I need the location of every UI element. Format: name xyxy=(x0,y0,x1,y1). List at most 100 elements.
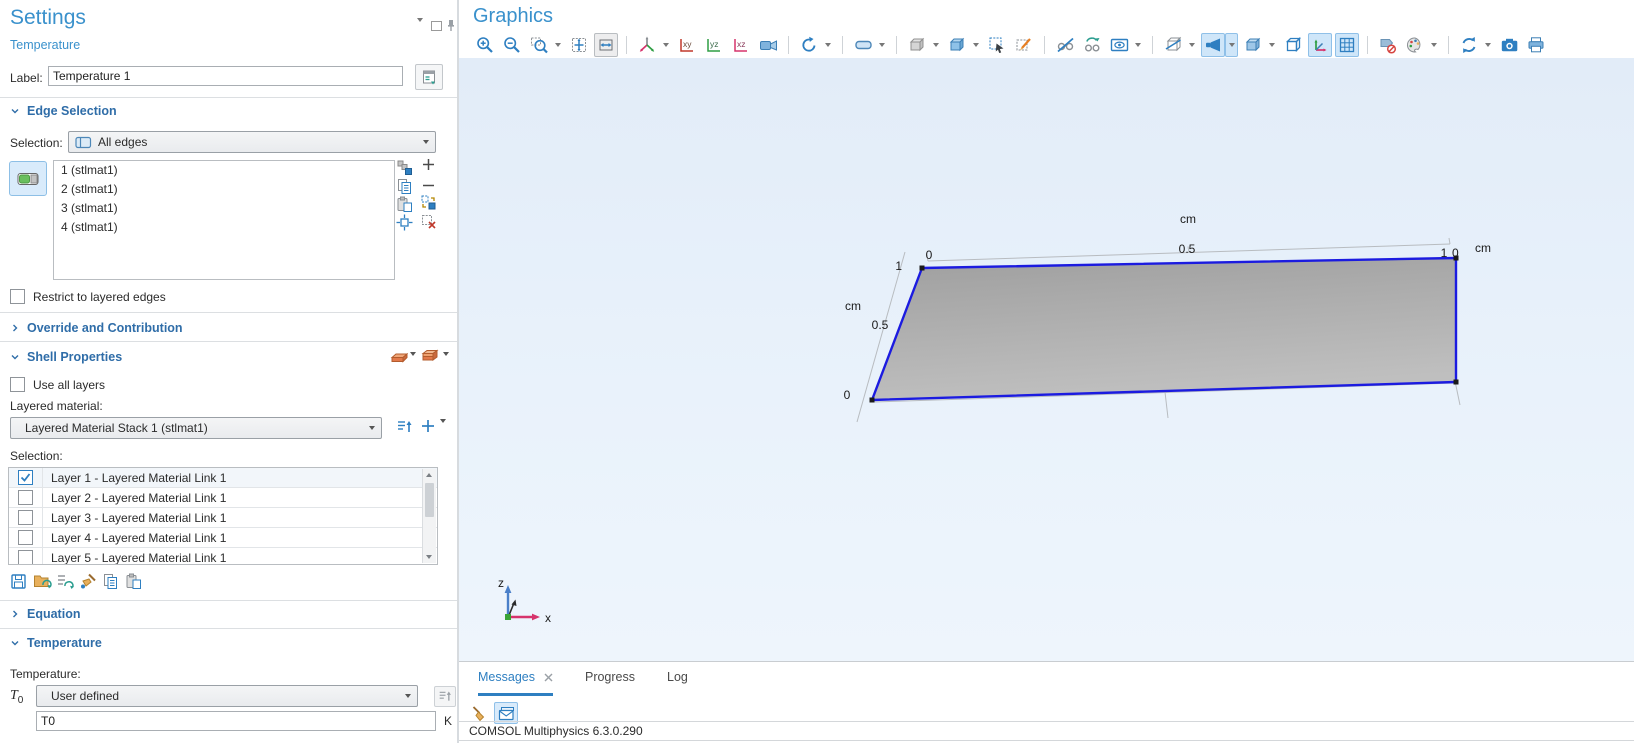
edge-list-item[interactable]: 1 (stlmat1) xyxy=(54,161,394,180)
tab-log[interactable]: Log xyxy=(667,670,688,693)
environment-caret-icon[interactable] xyxy=(1265,33,1278,57)
vertex-marker[interactable] xyxy=(1454,380,1459,385)
zoom-out-button[interactable] xyxy=(500,33,524,57)
graphics-canvas[interactable]: cm 0 0.5 1 0 cm 1 cm 0.5 0 xyxy=(459,58,1634,661)
activate-selection-button[interactable] xyxy=(396,159,413,176)
paste-selection-button[interactable] xyxy=(396,196,413,213)
load-layer-selection-button[interactable] xyxy=(33,573,52,590)
select-block-gray-caret-icon[interactable] xyxy=(929,33,942,57)
layer-row[interactable]: Layer 3 - Layered Material Link 1 xyxy=(9,508,437,528)
section-edge-selection[interactable]: Edge Selection xyxy=(10,104,117,118)
snapshot-button[interactable] xyxy=(1497,33,1521,57)
temperature-expression-input[interactable] xyxy=(36,711,436,731)
color-palette-caret-icon[interactable] xyxy=(1427,33,1440,57)
restrict-layered-edges-row[interactable]: Restrict to layered edges xyxy=(10,289,166,304)
layer-checkbox[interactable] xyxy=(18,490,33,505)
rotate-caret-icon[interactable] xyxy=(821,33,834,57)
paste-layer-selection-button[interactable] xyxy=(125,573,142,590)
layer-row[interactable]: Layer 4 - Layered Material Link 1 xyxy=(9,528,437,548)
edge-selection-active-toggle[interactable] xyxy=(9,161,47,196)
layer-checkbox-checked[interactable] xyxy=(18,470,33,485)
environment-button[interactable] xyxy=(1241,33,1265,57)
scroll-up-icon[interactable] xyxy=(426,473,432,477)
panel-pin-icon[interactable] xyxy=(446,19,456,35)
panel-menu-caret-icon[interactable] xyxy=(417,22,423,36)
zoom-box-caret-icon[interactable] xyxy=(551,33,564,57)
message-row[interactable]: COMSOL Multiphysics 6.3.0.290 xyxy=(459,721,1634,741)
panel-float-icon[interactable] xyxy=(431,21,442,31)
show-axis-toggle[interactable] xyxy=(1308,33,1332,57)
layer-checkbox[interactable] xyxy=(18,530,33,545)
vertex-marker[interactable] xyxy=(920,266,925,271)
section-shell-properties[interactable]: Shell Properties xyxy=(10,350,122,364)
reset-hiding-button[interactable] xyxy=(1080,33,1104,57)
select-block-blue-button[interactable] xyxy=(945,33,969,57)
temperature-go-to-source-button[interactable] xyxy=(434,686,456,707)
view-unhide-button[interactable] xyxy=(1107,33,1131,57)
appearance-button[interactable] xyxy=(851,33,875,57)
layer-row[interactable]: Layer 5 - Layered Material Link 1 xyxy=(9,548,437,565)
refresh-layer-list-button[interactable] xyxy=(56,573,74,590)
add-layered-material-button[interactable] xyxy=(420,418,436,434)
restrict-layered-edges-checkbox[interactable] xyxy=(10,289,25,304)
update-plot-caret-icon[interactable] xyxy=(1481,33,1494,57)
print-button[interactable] xyxy=(1524,33,1548,57)
save-layer-selection-button[interactable] xyxy=(10,573,27,590)
scene-light-button[interactable] xyxy=(1201,33,1225,57)
zoom-extents-button[interactable] xyxy=(567,33,591,57)
add-to-selection-button[interactable] xyxy=(421,157,436,172)
edge-list-item[interactable]: 4 (stlmat1) xyxy=(54,218,394,237)
tab-progress[interactable]: Progress xyxy=(585,670,635,693)
go-to-source-button[interactable] xyxy=(396,418,414,436)
edge-list-item[interactable]: 2 (stlmat1) xyxy=(54,180,394,199)
scroll-down-icon[interactable] xyxy=(426,555,432,559)
section-temperature[interactable]: Temperature xyxy=(10,636,102,650)
use-all-layers-row[interactable]: Use all layers xyxy=(10,377,105,392)
select-block-gray-button[interactable] xyxy=(905,33,929,57)
copy-layer-selection-button[interactable] xyxy=(102,573,119,590)
layer-list-scrollbar[interactable] xyxy=(422,469,436,563)
deselect-entities-button[interactable] xyxy=(1012,33,1036,57)
section-equation[interactable]: Equation xyxy=(10,607,80,621)
zoom-to-selection-view-button[interactable] xyxy=(594,33,618,57)
transparency-button[interactable] xyxy=(1281,33,1305,57)
layer-row[interactable]: Layer 1 - Layered Material Link 1 xyxy=(9,468,437,488)
edge-list[interactable]: 1 (stlmat1) 2 (stlmat1) 3 (stlmat1) 4 (s… xyxy=(53,160,395,280)
vertex-marker[interactable] xyxy=(870,398,875,403)
view-unhide-caret-icon[interactable] xyxy=(1131,33,1144,57)
label-input[interactable] xyxy=(48,66,403,86)
clear-messages-button[interactable] xyxy=(471,705,488,722)
update-plot-button[interactable] xyxy=(1457,33,1481,57)
view-xy-button[interactable]: xy xyxy=(675,33,699,57)
layer-row[interactable]: Layer 2 - Layered Material Link 1 xyxy=(9,488,437,508)
invert-selection-button[interactable] xyxy=(420,194,437,211)
zoom-in-button[interactable] xyxy=(473,33,497,57)
remove-from-selection-button[interactable] xyxy=(421,178,436,193)
layer-checkbox[interactable] xyxy=(18,550,33,565)
view-orientation-button[interactable] xyxy=(635,33,659,57)
layered-material-dropdown[interactable]: Layered Material Stack 1 (stlmat1) xyxy=(10,417,382,439)
tab-messages[interactable]: Messages xyxy=(478,670,553,696)
view-orientation-caret-icon[interactable] xyxy=(659,33,672,57)
label-options-button[interactable] xyxy=(415,64,443,90)
shell-stack-button[interactable] xyxy=(421,347,439,365)
use-all-layers-checkbox[interactable] xyxy=(10,377,25,392)
scene-light-caret-icon[interactable] xyxy=(1225,33,1238,57)
shell-slab-caret-icon[interactable] xyxy=(410,356,416,370)
temperature-type-dropdown[interactable]: User defined xyxy=(36,685,418,707)
layer-checkbox[interactable] xyxy=(18,510,33,525)
section-override-contribution[interactable]: Override and Contribution xyxy=(10,321,183,335)
hide-entities-button[interactable] xyxy=(1053,33,1077,57)
wireframe-caret-icon[interactable] xyxy=(1185,33,1198,57)
view-xz-button[interactable]: xz xyxy=(729,33,753,57)
zoom-box-button[interactable] xyxy=(527,33,551,57)
copy-selection-button[interactable] xyxy=(396,178,413,195)
select-entities-button[interactable] xyxy=(985,33,1009,57)
zoom-to-selection-button[interactable] xyxy=(396,214,413,231)
view-yz-button[interactable]: yz xyxy=(702,33,726,57)
wireframe-button[interactable] xyxy=(1161,33,1185,57)
clear-selection-button[interactable] xyxy=(420,213,437,230)
clear-layer-selection-button[interactable] xyxy=(79,573,97,590)
hide-labels-button[interactable] xyxy=(1376,33,1400,57)
shell-stack-caret-icon[interactable] xyxy=(443,356,449,370)
